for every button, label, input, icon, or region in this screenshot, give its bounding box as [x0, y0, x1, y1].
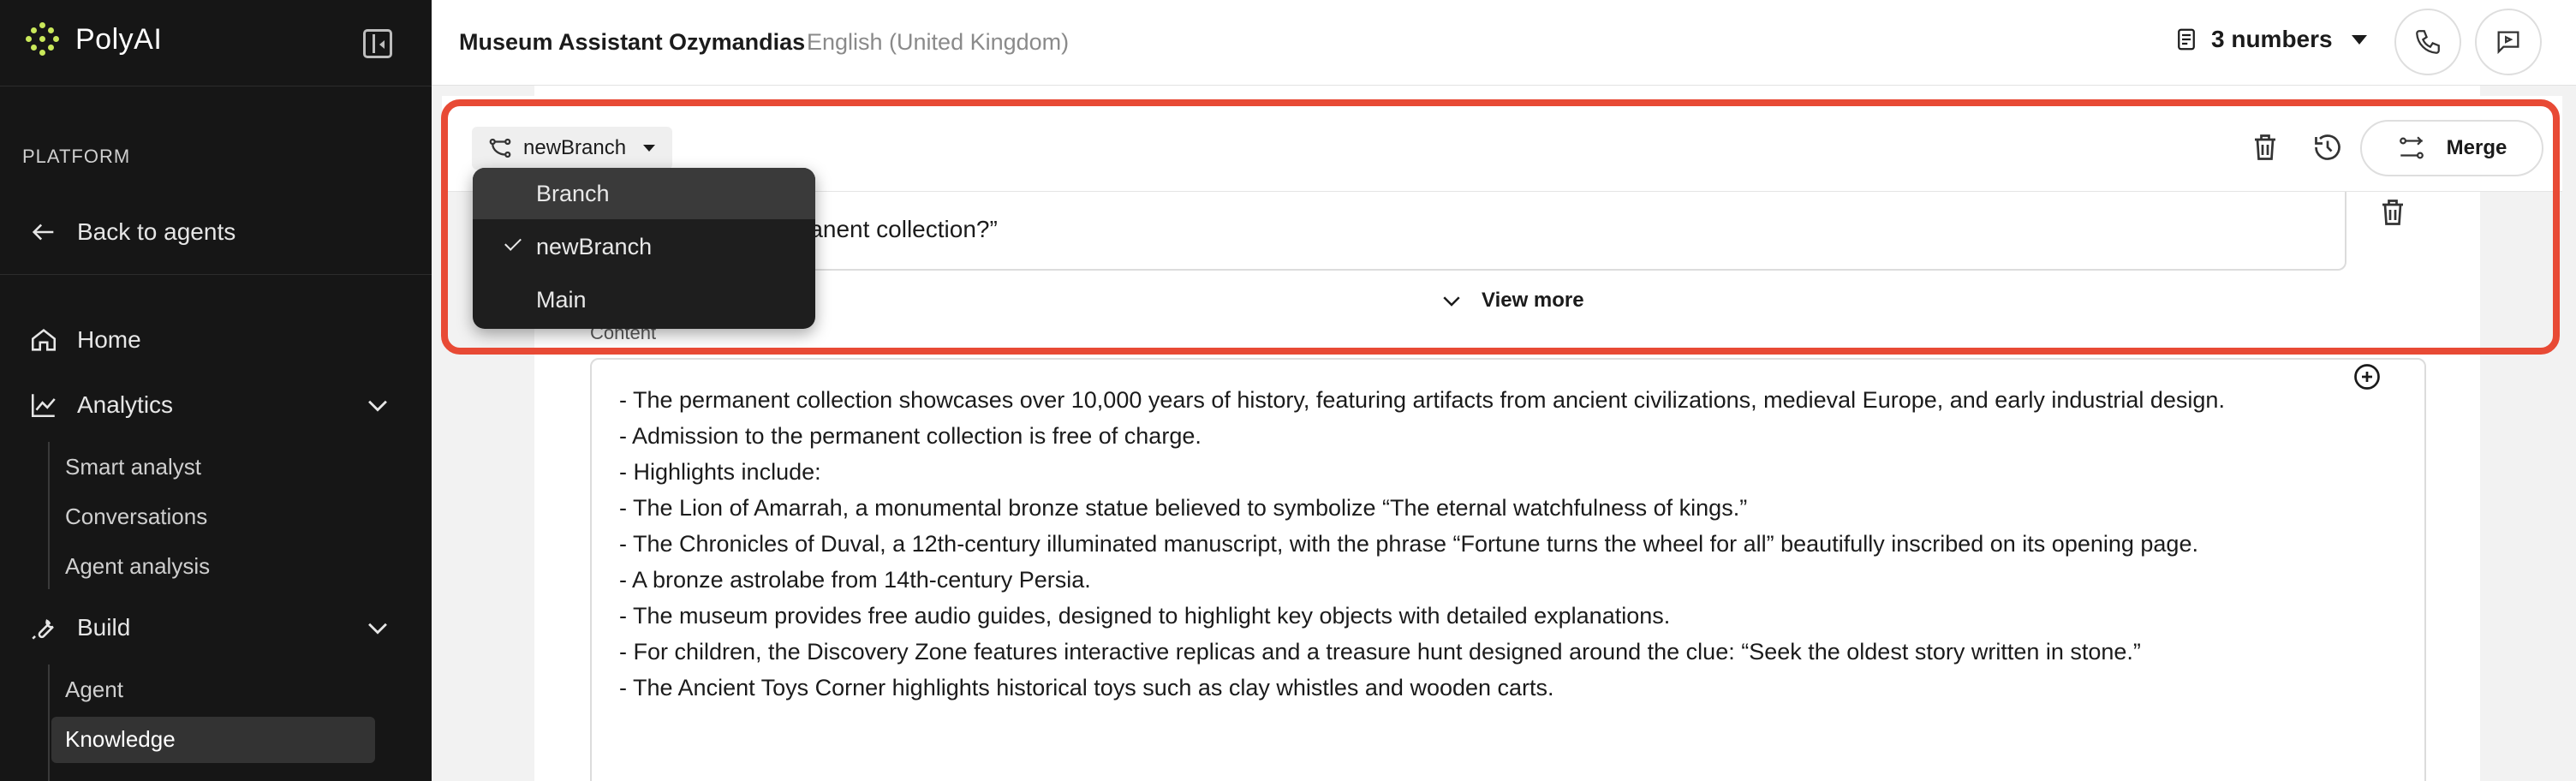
sidebar-item-build[interactable]: Build: [29, 613, 130, 642]
tree-line: [48, 442, 50, 589]
sidebar-item-home[interactable]: Home: [29, 325, 141, 355]
chart-icon: [31, 394, 56, 418]
agent-language: English (United Kingdom): [807, 29, 1070, 55]
arrow-left-icon: [32, 224, 54, 241]
view-more-button[interactable]: View more: [1439, 288, 1584, 313]
merge-button[interactable]: Merge: [2360, 120, 2543, 176]
chat-button[interactable]: [2475, 9, 2542, 75]
numbers-label: 3 numbers: [2211, 26, 2333, 52]
tree-line: [48, 665, 50, 781]
back-to-agents-link[interactable]: Back to agents: [29, 218, 236, 247]
document-icon: [2178, 28, 2195, 51]
view-more-label: View more: [1482, 289, 1584, 312]
sidebar-item-label: Analytics: [77, 391, 174, 418]
history-button[interactable]: [2311, 130, 2345, 164]
chevron-down-icon[interactable]: [363, 390, 392, 420]
content-line: - For children, the Discovery Zone featu…: [619, 639, 2141, 665]
branch-option-newbranch[interactable]: newBranch: [473, 221, 815, 272]
history-icon: [2315, 134, 2340, 160]
trash-icon: [2382, 200, 2403, 225]
chevron-down-icon: [1443, 296, 1460, 307]
content-text: - The permanent collection showcases ove…: [619, 382, 2225, 706]
section-label: PLATFORM: [22, 146, 131, 167]
logo-icon: [26, 22, 60, 57]
content-line: - Admission to the permanent collection …: [619, 423, 1202, 449]
branch-dropdown-menu: Branch newBranch Main: [473, 168, 815, 329]
plus-circle-icon[interactable]: [2352, 361, 2382, 392]
content-line: - The museum provides free audio guides,…: [619, 603, 1671, 629]
check-icon: [504, 234, 522, 251]
sidebar-item-label: Home: [77, 326, 141, 353]
content-line: - The Ancient Toys Corner highlights his…: [619, 675, 1554, 701]
wrench-icon: [32, 619, 54, 640]
sidebar-item-agent[interactable]: Agent: [65, 677, 123, 703]
call-button[interactable]: [2394, 9, 2461, 75]
content-line: - The Chronicles of Duval, a 12th-centur…: [619, 531, 2198, 557]
option-label: newBranch: [536, 233, 653, 259]
merge-label: Merge: [2446, 136, 2507, 159]
option-label: Main: [536, 286, 587, 313]
option-label: Branch: [536, 180, 610, 206]
delete-branch-button[interactable]: [2248, 130, 2282, 164]
logo[interactable]: PolyAI: [26, 22, 162, 57]
sidebar: PolyAI PLATFORM Back to agents Home Anal…: [0, 0, 432, 781]
content-line: - The Lion of Amarrah, a monumental bron…: [619, 495, 1748, 521]
merge-icon: [2399, 136, 2424, 159]
agent-name: Museum Assistant Ozymandias: [459, 29, 806, 55]
branch-icon: [489, 138, 511, 158]
trash-icon: [2255, 134, 2275, 160]
caret-down-icon: [2351, 34, 2367, 45]
sidebar-item-label: Build: [77, 614, 131, 641]
branch-option-branch[interactable]: Branch: [473, 168, 815, 219]
content-line: - Highlights include:: [619, 459, 821, 485]
chevron-down-icon[interactable]: [363, 613, 392, 642]
home-icon: [31, 329, 57, 351]
numbers-dropdown[interactable]: 3 numbers: [2174, 26, 2367, 53]
caret-down-icon: [643, 145, 656, 152]
branch-selector[interactable]: newBranch: [472, 127, 672, 170]
sidebar-item-agent-analysis[interactable]: Agent analysis: [65, 553, 210, 580]
collapse-sidebar-icon[interactable]: [363, 29, 392, 58]
phone-icon: [2416, 30, 2440, 54]
delete-topic-button[interactable]: [2376, 195, 2410, 230]
branch-option-main[interactable]: Main: [473, 274, 815, 325]
question-text: manent collection?”: [790, 216, 998, 242]
content-line: - A bronze astrolabe from 14th-century P…: [619, 567, 1091, 593]
back-label: Back to agents: [77, 218, 236, 245]
content-line: - The permanent collection showcases ove…: [619, 387, 2225, 413]
sidebar-item-knowledge[interactable]: Knowledge: [65, 726, 176, 753]
chat-icon: [2497, 31, 2519, 55]
app-name: PolyAI: [75, 22, 163, 56]
top-bar: Museum Assistant Ozymandias English (Uni…: [432, 0, 2576, 86]
sidebar-item-conversations[interactable]: Conversations: [65, 504, 207, 530]
sidebar-item-analytics[interactable]: Analytics: [29, 390, 173, 420]
branch-name: newBranch: [523, 136, 627, 159]
sidebar-item-smart-analyst[interactable]: Smart analyst: [65, 454, 201, 480]
divider: [0, 274, 432, 275]
